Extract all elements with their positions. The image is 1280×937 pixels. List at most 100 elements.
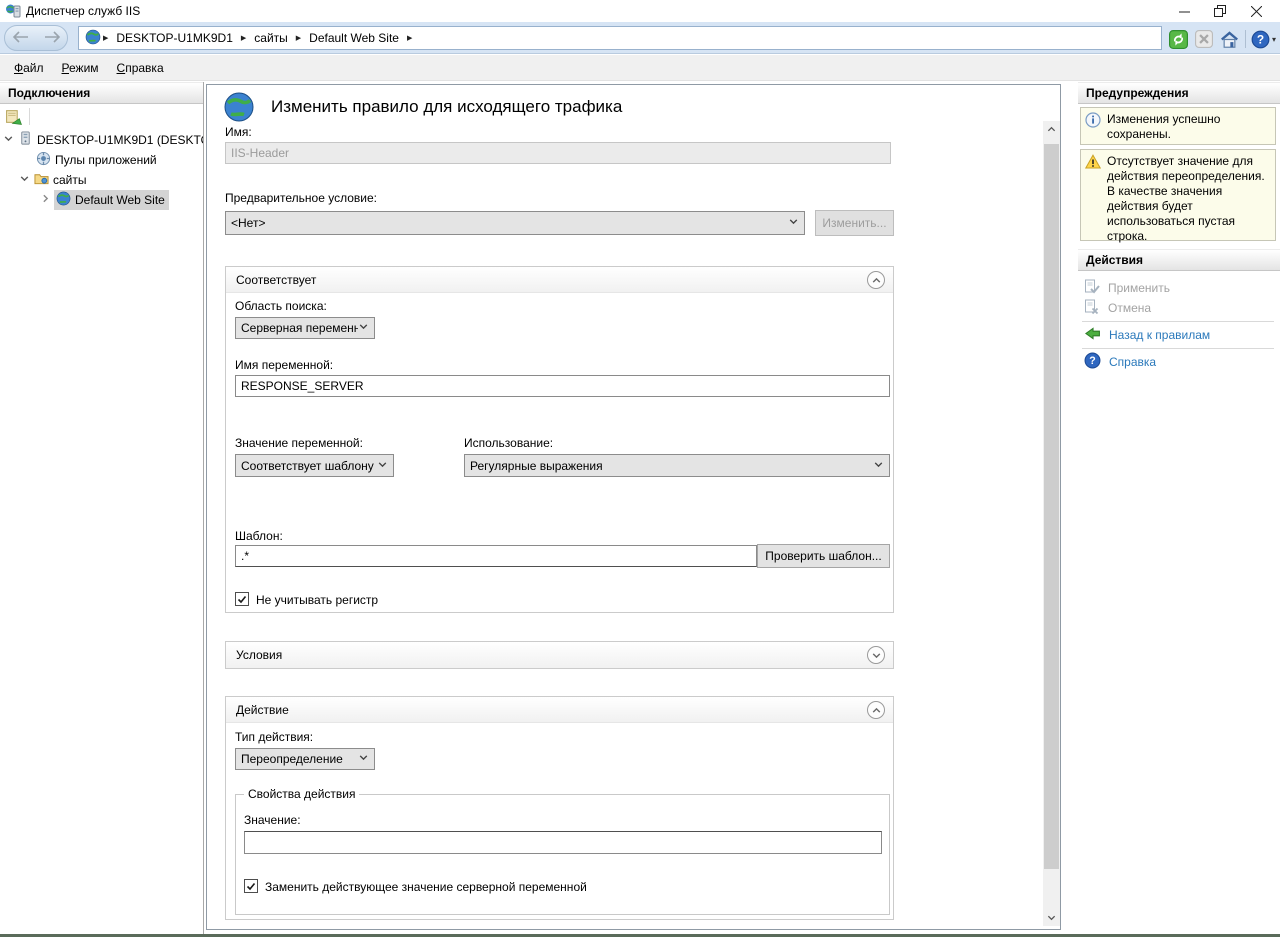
pattern-label: Шаблон:	[235, 529, 283, 543]
chevron-expanded-icon[interactable]	[19, 173, 30, 187]
chevron-down-icon	[873, 459, 884, 473]
alerts-header: Предупреждения	[1078, 82, 1280, 104]
stop-icon[interactable]	[1194, 29, 1214, 49]
tree-item-label: Пулы приложений	[55, 153, 157, 167]
apply-action[interactable]: Применить	[1084, 278, 1170, 298]
divider	[1082, 348, 1274, 349]
action-section-header[interactable]: Действие	[226, 697, 893, 723]
home-icon[interactable]	[1219, 29, 1239, 49]
cancel-action[interactable]: Отмена	[1084, 298, 1151, 318]
tree-item-sites[interactable]: сайты	[0, 170, 203, 190]
help-link[interactable]: ? Справка	[1084, 352, 1156, 372]
window-title: Диспетчер служб IIS	[26, 4, 140, 18]
chevron-expanded-icon[interactable]	[3, 133, 14, 147]
alert-warning: Отсутствует значение для действия переоп…	[1080, 149, 1276, 241]
forward-icon[interactable]	[44, 31, 60, 46]
tree-selection[interactable]: Default Web Site	[54, 190, 169, 210]
help-icon[interactable]: ?	[1250, 29, 1270, 49]
match-section-header[interactable]: Соответствует	[226, 267, 893, 293]
menu-file[interactable]: Файл	[5, 61, 53, 75]
variable-value-select[interactable]: Соответствует шаблону	[235, 454, 394, 477]
breadcrumb-item-website[interactable]: Default Web Site	[309, 31, 399, 45]
breadcrumb-arrow-icon[interactable]: ▶	[103, 34, 108, 42]
apply-icon	[1084, 279, 1100, 298]
action-type-select[interactable]: Переопределение	[235, 748, 375, 770]
help-caret-icon[interactable]: ▾	[1272, 35, 1276, 44]
tree-item-default-web-site[interactable]: Default Web Site	[0, 190, 203, 210]
name-field[interactable]	[225, 142, 891, 164]
cancel-icon	[1084, 299, 1100, 318]
scroll-down-icon[interactable]	[1043, 909, 1060, 926]
restore-button[interactable]	[1202, 0, 1238, 22]
actions-header: Действия	[1078, 249, 1280, 271]
menu-bar: Файл Режим Справка	[0, 55, 1280, 81]
breadcrumb-item-server[interactable]: DESKTOP-U1MK9D1	[116, 31, 232, 45]
sites-folder-icon	[34, 171, 49, 189]
chevron-down-icon	[788, 216, 799, 230]
main-content: Изменить правило для исходящего трафика …	[206, 84, 1061, 930]
edit-button[interactable]: Изменить...	[815, 210, 894, 236]
globe-icon	[85, 29, 101, 48]
alert-info: Изменения успешно сохранены.	[1080, 107, 1276, 145]
globe-icon	[56, 191, 71, 209]
tree-item-label: DESKTOP-U1MK9D1 (DESKTOP	[37, 133, 203, 147]
chevron-down-icon	[358, 321, 369, 335]
close-button[interactable]	[1238, 0, 1274, 22]
expand-icon[interactable]	[867, 646, 885, 664]
back-to-rules-link[interactable]: Назад к правилам	[1084, 325, 1210, 345]
usage-select[interactable]: Регулярные выражения	[464, 454, 890, 477]
action-type-label: Тип действия:	[235, 730, 313, 744]
refresh-icon[interactable]	[1168, 29, 1188, 49]
tree-item-label: Default Web Site	[75, 193, 165, 207]
tree-item-server[interactable]: DESKTOP-U1MK9D1 (DESKTOP	[0, 130, 203, 150]
value-field[interactable]	[244, 831, 882, 854]
menu-help[interactable]: Справка	[108, 61, 173, 75]
scope-label: Область поиска:	[235, 299, 327, 313]
cancel-label: Отмена	[1108, 301, 1151, 315]
breadcrumb-arrow-icon[interactable]: ▶	[407, 34, 412, 42]
value-label: Значение:	[244, 813, 301, 827]
collapse-icon[interactable]	[867, 271, 885, 289]
help-label: Справка	[1109, 355, 1156, 369]
connections-toolbar	[0, 105, 203, 129]
pattern-field[interactable]	[235, 545, 757, 567]
warning-icon	[1085, 154, 1101, 236]
test-pattern-button[interactable]: Проверить шаблон...	[757, 544, 890, 568]
alert-text: Изменения успешно сохранены.	[1107, 112, 1271, 140]
info-icon	[1085, 112, 1101, 140]
save-connection-icon[interactable]	[5, 108, 22, 128]
scrollbar-thumb[interactable]	[1044, 144, 1059, 869]
app-pools-icon	[36, 151, 51, 169]
conditions-section: Условия	[225, 641, 894, 669]
tree-item-app-pools[interactable]: Пулы приложений	[0, 150, 203, 170]
replace-checkbox[interactable]	[244, 879, 258, 893]
chevron-collapsed-icon[interactable]	[40, 193, 51, 207]
precondition-select[interactable]: <Нет>	[225, 211, 805, 235]
minimize-button[interactable]	[1166, 0, 1202, 22]
title-bar: Диспетчер служб IIS	[0, 0, 1280, 22]
ignore-case-checkbox[interactable]	[235, 592, 249, 606]
connections-panel: Подключения DESKTOP-U1MK9D1 (DESKTOP Пул…	[0, 82, 204, 934]
breadcrumb-arrow-icon[interactable]: ▶	[241, 34, 246, 42]
vertical-scrollbar[interactable]	[1043, 121, 1060, 926]
back-arrow-icon	[1084, 325, 1101, 345]
collapse-icon[interactable]	[867, 701, 885, 719]
toolbar-divider	[1245, 30, 1246, 48]
variable-name-field[interactable]	[235, 375, 890, 397]
variable-value-label: Значение переменной:	[235, 436, 363, 450]
scroll-up-icon[interactable]	[1043, 121, 1060, 138]
help-icon: ?	[1084, 352, 1101, 372]
scope-select[interactable]: Серверная переменн	[235, 317, 375, 339]
breadcrumb-item-sites[interactable]: сайты	[254, 31, 288, 45]
back-to-rules-label: Назад к правилам	[1109, 328, 1210, 342]
action-properties-legend: Свойства действия	[244, 787, 359, 801]
breadcrumb-arrow-icon[interactable]: ▶	[296, 34, 301, 42]
menu-view[interactable]: Режим	[53, 61, 108, 75]
back-icon[interactable]	[13, 31, 29, 46]
app-icon	[5, 3, 21, 19]
alert-text: Отсутствует значение для действия переоп…	[1107, 154, 1271, 236]
svg-text:?: ?	[1089, 355, 1095, 367]
conditions-section-header[interactable]: Условия	[226, 642, 893, 668]
iis-manager-window: Диспетчер служб IIS ▶ DESKTOP-U1MK9D1 ▶ …	[0, 0, 1280, 937]
page-title: Изменить правило для исходящего трафика	[271, 97, 622, 117]
